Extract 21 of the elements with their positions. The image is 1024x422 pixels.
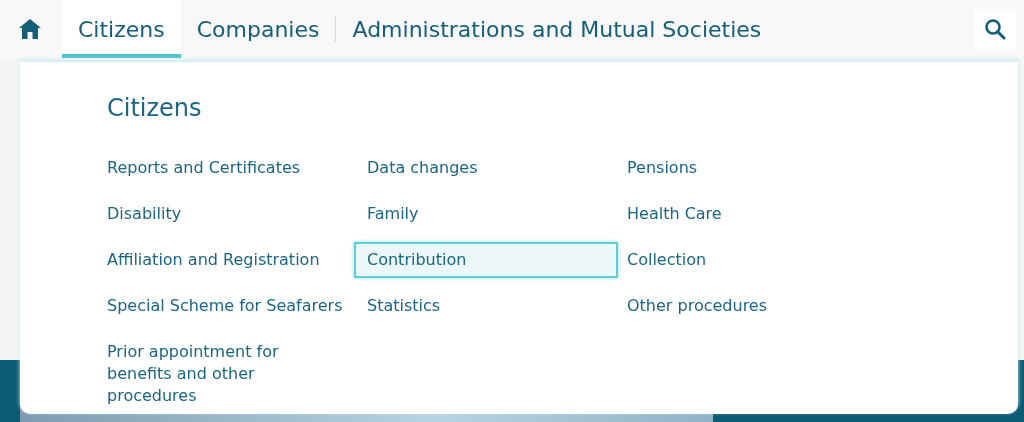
menu-link[interactable]: Contribution	[354, 242, 618, 278]
menu-title: Citizens	[107, 94, 203, 122]
menu-link[interactable]: Reports and Certificates	[107, 150, 345, 186]
menu-link[interactable]: Other procedures	[627, 288, 865, 324]
menu-link[interactable]: Affiliation and Registration	[107, 242, 345, 278]
menu-link[interactable]: Pensions	[627, 150, 865, 186]
home-icon	[18, 18, 42, 40]
nav-tab[interactable]: Citizens	[62, 0, 181, 58]
nav-tab[interactable]: Companies	[180, 0, 336, 58]
menu-link[interactable]: Health Care	[627, 196, 865, 232]
menu-link[interactable]: Special Scheme for Seafarers	[107, 288, 345, 324]
menu-link[interactable]: Family	[367, 196, 605, 232]
home-button[interactable]	[18, 18, 42, 40]
search-button[interactable]	[974, 9, 1016, 49]
nav-tab[interactable]: Administrations and Mutual Societies	[336, 0, 778, 58]
menu-link[interactable]: Prior appointment for benefits and other procedures	[107, 334, 345, 414]
menu-link[interactable]: Data changes	[367, 150, 605, 186]
menu-link[interactable]: Disability	[107, 196, 345, 232]
search-icon	[984, 18, 1006, 40]
menu-link[interactable]: Statistics	[367, 288, 605, 324]
menu-link[interactable]: Collection	[627, 242, 865, 278]
